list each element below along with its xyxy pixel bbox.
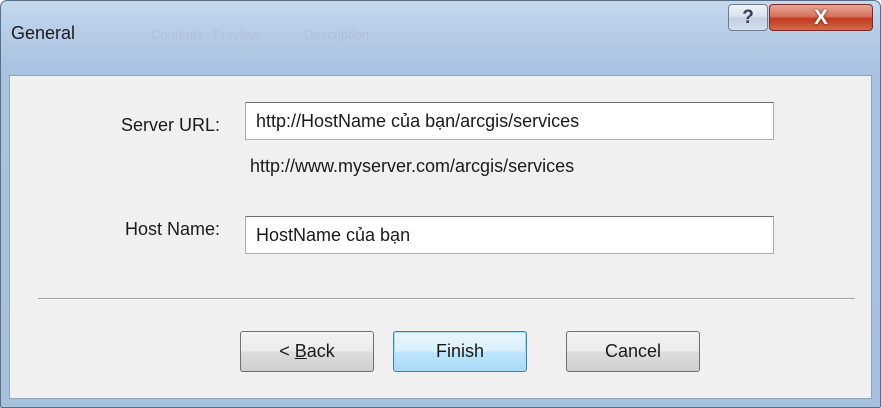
- close-icon: X: [813, 5, 828, 29]
- title-bar[interactable]: General Contents Preview Description ? X: [1, 1, 880, 75]
- dialog-window: General Contents Preview Description ? X…: [0, 0, 881, 408]
- back-button-prefix: <: [279, 341, 295, 361]
- background-tab-description: Description: [304, 27, 370, 42]
- cancel-button-label: Cancel: [604, 341, 662, 361]
- server-url-label: Server URL:: [120, 115, 220, 135]
- back-button-rest: ack: [306, 341, 335, 361]
- dialog-content: Server URL: http://www.myserver.com/arcg…: [9, 75, 872, 399]
- cancel-button[interactable]: Cancel: [566, 331, 700, 372]
- finish-button[interactable]: Finish: [393, 331, 527, 372]
- help-button[interactable]: ?: [728, 4, 768, 31]
- separator: [38, 298, 855, 300]
- window-title: General: [11, 23, 76, 43]
- close-button[interactable]: X: [769, 4, 873, 31]
- back-button-mnemonic: B: [294, 341, 307, 361]
- server-url-input[interactable]: [245, 102, 774, 140]
- server-url-hint: http://www.myserver.com/arcgis/services: [250, 156, 575, 176]
- host-name-input[interactable]: [245, 216, 774, 254]
- background-tab-preview: Preview: [213, 27, 260, 42]
- background-tab-contents: Contents: [151, 27, 204, 42]
- host-name-label: Host Name:: [124, 219, 220, 239]
- help-icon: ?: [742, 6, 754, 28]
- finish-button-label: Finish: [435, 341, 484, 361]
- back-button[interactable]: < Back: [240, 331, 374, 372]
